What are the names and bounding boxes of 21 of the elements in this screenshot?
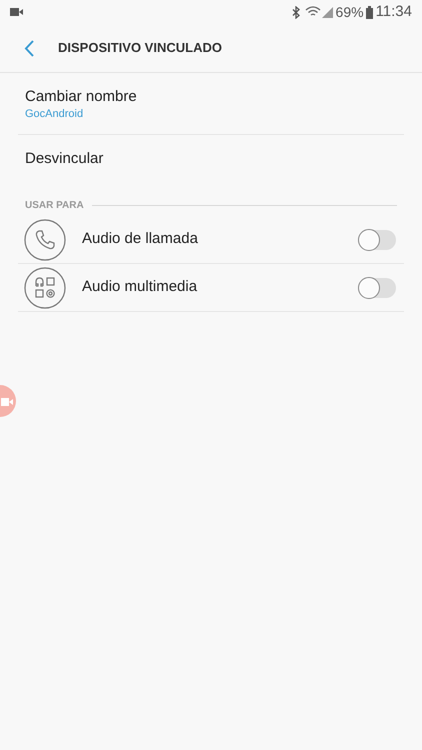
item-label: Audio de llamada bbox=[82, 229, 199, 250]
section-header: USAR PARA bbox=[25, 199, 84, 213]
item-label: Cambiar nombre bbox=[25, 86, 138, 106]
item-label: Audio multimedia bbox=[82, 277, 198, 298]
camera-icon bbox=[1, 396, 13, 406]
video-camera-icon bbox=[10, 8, 23, 16]
toggle-switch[interactable] bbox=[358, 230, 396, 250]
wifi-icon bbox=[304, 6, 321, 18]
page-title: DISPOSITIVO VINCULADO bbox=[58, 39, 222, 58]
device-name: GocAndroid bbox=[25, 106, 84, 120]
back-icon bbox=[24, 40, 34, 56]
clock-time: 11:34 bbox=[376, 2, 412, 22]
bluetooth-icon bbox=[292, 6, 301, 18]
media-icon bbox=[24, 266, 66, 308]
battery-icon bbox=[366, 6, 373, 18]
toggle-switch[interactable] bbox=[358, 278, 396, 298]
signal-icon bbox=[322, 6, 333, 18]
phone-icon bbox=[24, 218, 66, 260]
unpair-item[interactable]: Desvincular bbox=[18, 135, 404, 183]
rename-item[interactable]: Cambiar nombre GocAndroid bbox=[18, 73, 404, 135]
battery-percentage: 69% bbox=[336, 2, 364, 22]
